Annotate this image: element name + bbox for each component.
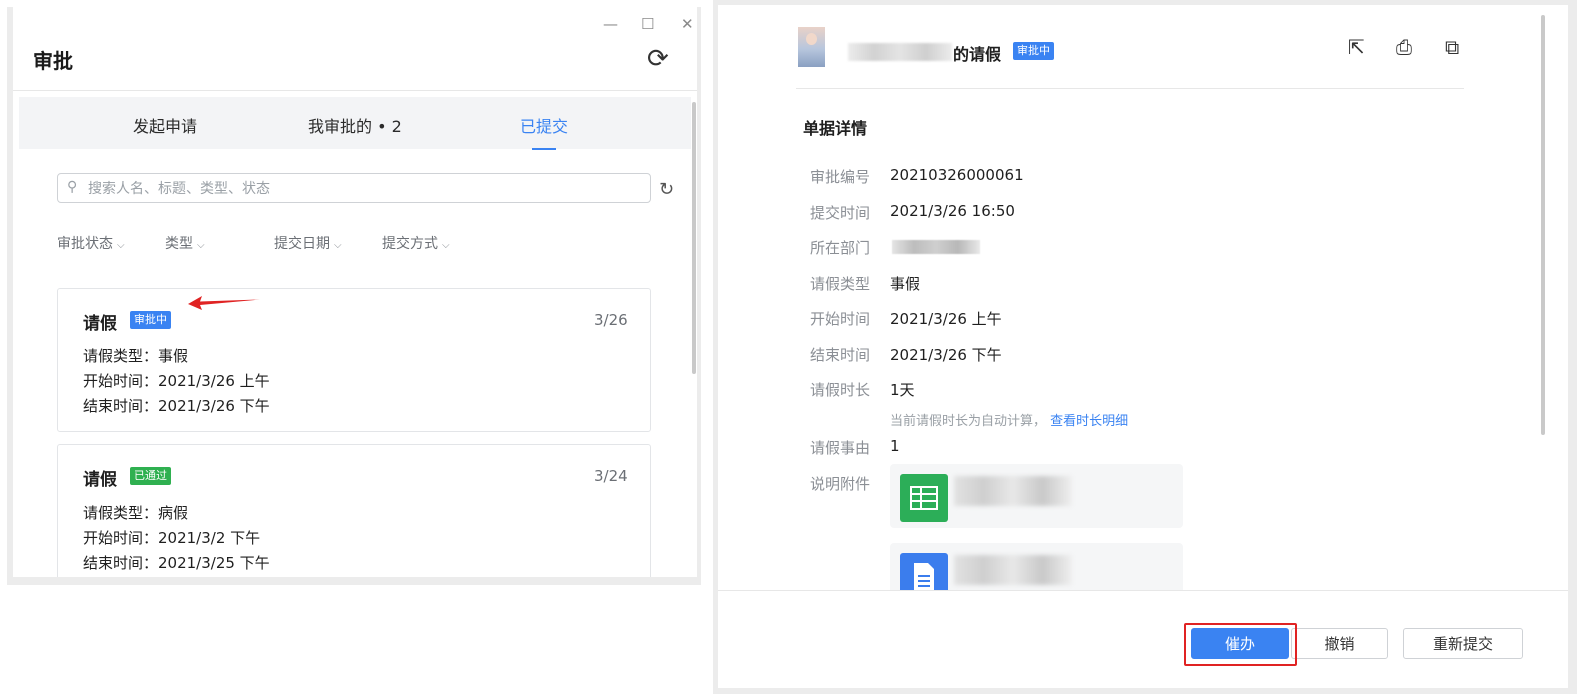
maximize-icon[interactable]: ☐ [641, 15, 654, 33]
tab-my-approvals[interactable]: 我审批的 • 2 [308, 113, 402, 137]
field-label-reason: 请假事由 [810, 439, 871, 457]
revoke-button[interactable]: 撤销 [1291, 628, 1388, 659]
resubmit-button[interactable]: 重新提交 [1403, 628, 1523, 659]
annotation-arrow-icon [188, 296, 260, 310]
field-label-approval-no: 审批编号 [810, 168, 871, 186]
card-leave-type: 请假类型：病假 [83, 504, 189, 522]
field-value-approval-no: 20210326000061 [890, 166, 1024, 184]
scrollbar[interactable] [1541, 15, 1545, 435]
field-label-start-time: 开始时间 [810, 310, 871, 328]
export-icon[interactable]: ⧉ [1445, 35, 1459, 59]
card-date: 3/26 [594, 311, 628, 329]
search-box[interactable]: ⚲ [57, 173, 651, 203]
field-value-submit-time: 2021/3/26 16:50 [890, 202, 1015, 220]
field-value-leave-type: 事假 [890, 275, 921, 293]
filter-status-label: 审批状态 [57, 236, 113, 252]
filter-date-label: 提交日期 [274, 236, 330, 252]
approval-detail-panel: 的请假 审批中 ⇱ ⎙ ⧉ 单据详情 审批编号 20210326000061 提… [718, 5, 1568, 688]
filter-status[interactable]: 审批状态 ⌵ [57, 233, 125, 253]
chevron-down-icon: ⌵ [197, 240, 205, 251]
scrollbar[interactable] [692, 102, 696, 374]
spreadsheet-icon [900, 474, 948, 522]
tab-initiate[interactable]: 发起申请 [133, 113, 197, 137]
field-value-reason: 1 [890, 437, 900, 455]
applicant-name-redacted [848, 43, 952, 61]
section-title: 单据详情 [803, 119, 868, 138]
approval-list-window: — ☐ ✕ 审批 ⟳ 发起申请 我审批的 • 2 已提交 ⚲ ↻ 审批状态 ⌵ 类… [7, 7, 701, 585]
refresh-list-icon[interactable]: ↻ [659, 179, 674, 200]
duration-hint: 当前请假时长为自动计算， 查看时长明细 [890, 410, 1128, 429]
filter-date[interactable]: 提交日期 ⌵ [274, 233, 342, 253]
approval-list-panel: — ☐ ✕ 审批 ⟳ 发起申请 我审批的 • 2 已提交 ⚲ ↻ 审批状态 ⌵ 类… [13, 7, 697, 577]
field-value-start-time: 2021/3/26 上午 [890, 310, 1002, 328]
filter-method[interactable]: 提交方式 ⌵ [382, 233, 450, 253]
search-icon: ⚲ [67, 179, 78, 195]
field-label-department: 所在部门 [810, 239, 871, 257]
card-start-time: 开始时间：2021/3/2 下午 [83, 529, 261, 547]
close-icon[interactable]: ✕ [681, 15, 694, 33]
card-leave-type: 请假类型：事假 [83, 347, 189, 365]
divider [796, 88, 1464, 89]
status-badge: 审批中 [130, 311, 171, 329]
field-value-duration: 1天 [890, 381, 915, 399]
refresh-icon[interactable]: ⟳ [647, 46, 669, 72]
detail-title: 的请假 [953, 45, 1002, 64]
app-title: 审批 [33, 49, 73, 73]
filter-type-label: 类型 [165, 236, 193, 252]
approval-detail-window: 的请假 审批中 ⇱ ⎙ ⧉ 单据详情 审批编号 20210326000061 提… [713, 0, 1577, 694]
card-end-time: 结束时间：2021/3/26 下午 [83, 397, 270, 415]
approval-card[interactable]: 请假 审批中 3/26 请假类型：事假 开始时间：2021/3/26 上午 结束… [57, 288, 651, 432]
avatar [798, 27, 825, 67]
filter-method-label: 提交方式 [382, 236, 438, 252]
field-label-leave-type: 请假类型 [810, 275, 871, 293]
minimize-icon[interactable]: — [603, 15, 618, 33]
chevron-down-icon: ⌵ [442, 240, 450, 251]
status-badge: 审批中 [1013, 42, 1054, 60]
duration-detail-link[interactable]: 查看时长明细 [1050, 414, 1128, 429]
divider [13, 90, 697, 91]
field-label-end-time: 结束时间 [810, 346, 871, 364]
share-icon[interactable]: ⇱ [1348, 35, 1365, 59]
attachment-name-redacted [954, 476, 1072, 506]
filter-type[interactable]: 类型 ⌵ [165, 233, 205, 253]
field-label-submit-time: 提交时间 [810, 204, 871, 222]
card-end-time: 结束时间：2021/3/25 下午 [83, 554, 270, 572]
field-label-duration: 请假时长 [810, 381, 871, 399]
approval-card[interactable]: 请假 已通过 3/24 请假类型：病假 开始时间：2021/3/2 下午 结束时… [57, 444, 651, 577]
status-badge: 已通过 [130, 467, 171, 485]
print-icon[interactable]: ⎙ [1396, 35, 1412, 59]
department-redacted [892, 240, 980, 254]
active-tab-indicator [532, 148, 556, 150]
tab-submitted[interactable]: 已提交 [520, 113, 568, 137]
card-date: 3/24 [594, 467, 628, 485]
field-label-attachments: 说明附件 [810, 475, 871, 493]
field-value-end-time: 2021/3/26 下午 [890, 346, 1002, 364]
annotation-highlight-box [1184, 623, 1297, 666]
tab-bar: 发起申请 我审批的 • 2 已提交 [19, 97, 691, 149]
duration-hint-text: 当前请假时长为自动计算， [890, 414, 1047, 429]
chevron-down-icon: ⌵ [334, 240, 342, 251]
chevron-down-icon: ⌵ [117, 240, 125, 251]
card-start-time: 开始时间：2021/3/26 上午 [83, 372, 270, 390]
attachment-name-redacted [954, 555, 1072, 585]
card-title: 请假 [83, 314, 117, 334]
card-title: 请假 [83, 470, 117, 490]
attachment-item[interactable] [890, 464, 1183, 528]
search-input[interactable] [86, 177, 640, 201]
